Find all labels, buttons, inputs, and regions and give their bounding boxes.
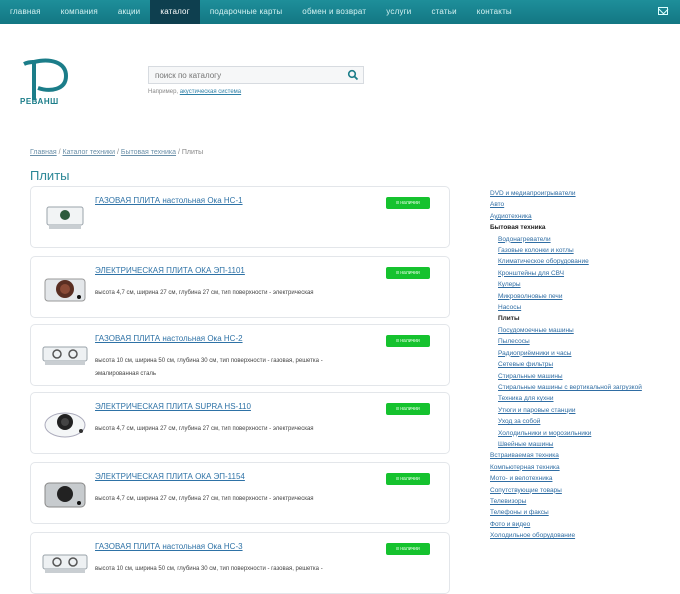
sidebar-current-section: Бытовая техника (490, 224, 546, 232)
search-hint-link[interactable]: акустическая система (180, 89, 241, 95)
product-image[interactable] (39, 471, 91, 515)
sidebar-category-link[interactable]: Фото и видео (490, 519, 670, 530)
product-image[interactable] (39, 541, 91, 585)
breadcrumb-item[interactable]: Каталог техники (63, 149, 116, 156)
sidebar-categories: DVD и медиапроигрыватели Авто Аудиотехника… (490, 188, 670, 542)
nav-item-4[interactable]: подарочные карты (200, 0, 292, 24)
search-input[interactable] (155, 67, 345, 83)
product-card: ГАЗОВАЯ ПЛИТА настольная Ока НС-2 высота … (30, 324, 450, 386)
sidebar-subcategory-link[interactable]: Холодильники и морозильники (490, 428, 670, 439)
product-image[interactable] (39, 195, 91, 239)
product-card: ЭЛЕКТРИЧЕСКАЯ ПЛИТА ОКА ЭП-1154 высота 4,… (30, 462, 450, 524)
breadcrumb-item[interactable]: Бытовая техника (121, 149, 176, 156)
sidebar-category-link[interactable]: Мото- и велотехника (490, 473, 670, 484)
sidebar-subcategory-link[interactable]: Насосы (490, 302, 670, 313)
sidebar-category-link[interactable]: Сопутствующие товары (490, 485, 670, 496)
breadcrumb-item[interactable]: Главная (30, 149, 57, 156)
main-nav: главная компания акции каталог подарочные ка… (0, 0, 522, 24)
product-description: высота 4,7 см, ширина 27 см, глубина 27 … (95, 426, 314, 432)
product-title-link[interactable]: ЭЛЕКТРИЧЕСКАЯ ПЛИТА SUPRA HS-110 (95, 402, 251, 411)
sidebar-subcategory-link[interactable]: Климатическое оборудование (490, 256, 670, 267)
in-stock-badge: в наличии (386, 403, 430, 415)
nav-item-0[interactable]: главная (0, 0, 51, 24)
sidebar-subcategory-current: Плиты (498, 315, 520, 323)
sidebar-category-link[interactable]: Телевизоры (490, 496, 670, 507)
nav-item-8[interactable]: контакты (467, 0, 522, 24)
sidebar-category-link[interactable]: Авто (490, 199, 670, 210)
product-description: высота 4,7 см, ширина 27 см, глубина 27 … (95, 496, 314, 502)
page-title: Плиты (30, 168, 70, 183)
in-stock-badge: в наличии (386, 543, 430, 555)
sidebar-subcategory-link[interactable]: Утюги и паровые станции (490, 405, 670, 416)
sidebar-subcategory-link[interactable]: Швейные машины (490, 439, 670, 450)
sidebar-category-link[interactable]: Телефоны и факсы (490, 507, 670, 518)
breadcrumb: Главная / Каталог техники / Бытовая техн… (30, 149, 203, 156)
nav-item-1[interactable]: компания (51, 0, 108, 24)
sidebar-subcategory-link[interactable]: Микроволновые печи (490, 291, 670, 302)
product-description: высота 10 см, ширина 50 см, глубина 30 с… (95, 566, 323, 572)
product-image[interactable] (39, 333, 91, 377)
product-description: высота 4,7 см, ширина 27 см, глубина 27 … (95, 290, 314, 296)
product-card: ГАЗОВАЯ ПЛИТА настольная Ока НС-3 высота … (30, 532, 450, 594)
search-icon[interactable] (347, 69, 359, 81)
sidebar-subcategory-link[interactable]: Пылесосы (490, 336, 670, 347)
sidebar-subcategory-link[interactable]: Газовые колонки и котлы (490, 245, 670, 256)
search-box (148, 66, 364, 84)
product-title-link[interactable]: ГАЗОВАЯ ПЛИТА настольная Ока НС-2 (95, 334, 243, 343)
sidebar-category-link[interactable]: DVD и медиапроигрыватели (490, 188, 670, 199)
product-title-link[interactable]: ЭЛЕКТРИЧЕСКАЯ ПЛИТА ОКА ЭП-1101 (95, 266, 245, 275)
breadcrumb-item: Плиты (181, 149, 204, 156)
top-navbar: главная компания акции каталог подарочные ка… (0, 0, 680, 24)
in-stock-badge: в наличии (386, 267, 430, 279)
sidebar-category-link[interactable]: Аудиотехника (490, 211, 670, 222)
sidebar-subcategory-link[interactable]: Кронштейны для СВЧ (490, 268, 670, 279)
mail-icon[interactable] (658, 7, 668, 15)
nav-item-5[interactable]: обмен и возврат (292, 0, 376, 24)
nav-item-2[interactable]: акции (108, 0, 150, 24)
product-description: высота 10 см, ширина 50 см, глубина 30 с… (95, 358, 323, 377)
sidebar-subcategory-link[interactable]: Уход за собой (490, 416, 670, 427)
logo-text: РЕВАНШ (20, 97, 59, 106)
product-title-link[interactable]: ГАЗОВАЯ ПЛИТА настольная Ока НС-1 (95, 196, 243, 205)
nav-item-6[interactable]: услуги (376, 0, 421, 24)
sidebar-category-link[interactable]: Холодильное оборудование (490, 530, 670, 541)
sidebar-subcategory-link[interactable]: Стиральные машины (490, 371, 670, 382)
nav-item-7[interactable]: статьи (421, 0, 466, 24)
sidebar-category-link[interactable]: Компьютерная техника (490, 462, 670, 473)
in-stock-badge: в наличии (386, 335, 430, 347)
product-image[interactable] (39, 265, 91, 309)
sidebar-subcategory-link[interactable]: Радиоприёмники и часы (490, 348, 670, 359)
sidebar-subcategory-link[interactable]: Сетевые фильтры (490, 359, 670, 370)
in-stock-badge: в наличии (386, 473, 430, 485)
product-image[interactable] (39, 401, 91, 445)
nav-item-3[interactable]: каталог (150, 0, 200, 24)
sidebar-subcategory-link[interactable]: Кулеры (490, 279, 670, 290)
search-hint-prefix: Например, (148, 89, 179, 95)
sidebar-subcategory-link[interactable]: Посудомоечные машины (490, 325, 670, 336)
product-title-link[interactable]: ГАЗОВАЯ ПЛИТА настольная Ока НС-3 (95, 542, 243, 551)
sidebar-category-link[interactable]: Встраиваемая техника (490, 450, 670, 461)
sidebar-subcategory-link[interactable]: Водонагреватели (490, 234, 670, 245)
product-title-link[interactable]: ЭЛЕКТРИЧЕСКАЯ ПЛИТА ОКА ЭП-1154 (95, 472, 245, 481)
search-hint: Например, акустическая система (148, 89, 241, 95)
sidebar-subcategory-link[interactable]: Стиральные машины с вертикальной загрузк… (490, 382, 670, 393)
product-card: ЭЛЕКТРИЧЕСКАЯ ПЛИТА SUPRA HS-110 высота 4… (30, 392, 450, 454)
product-card: ГАЗОВАЯ ПЛИТА настольная Ока НС-1 в налич… (30, 186, 450, 248)
sidebar-subcategory-link[interactable]: Техника для кухни (490, 393, 670, 404)
product-card: ЭЛЕКТРИЧЕСКАЯ ПЛИТА ОКА ЭП-1101 высота 4,… (30, 256, 450, 318)
in-stock-badge: в наличии (386, 197, 430, 209)
